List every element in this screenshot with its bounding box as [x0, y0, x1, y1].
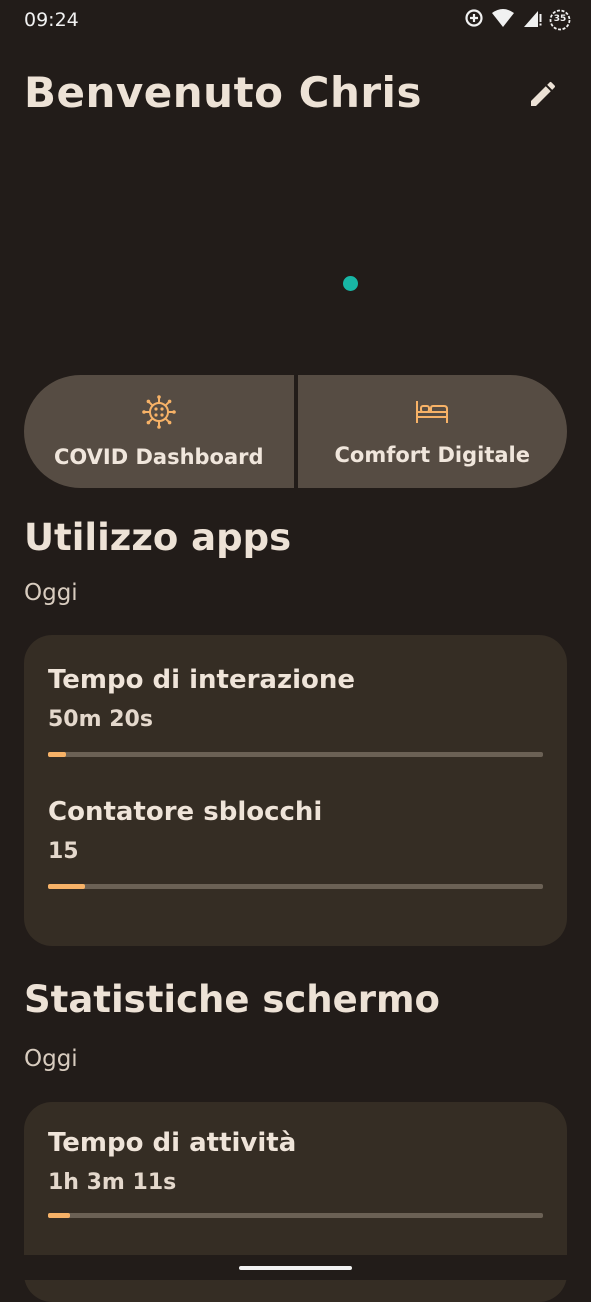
metric-value: 15 [48, 839, 79, 864]
unlock-count-metric: Contatore sblocchi 15 [48, 797, 543, 864]
metric-value: 1h 3m 11s [48, 1170, 177, 1195]
comfort-digitale-label: Comfort Digitale [334, 442, 530, 467]
status-icons: 35 [464, 8, 571, 32]
bed-icon [414, 397, 450, 431]
progress-fill [48, 884, 86, 889]
screen-stats-title: Statistiche schermo [24, 978, 440, 1021]
progress-fill [48, 752, 66, 757]
status-time: 09:24 [24, 9, 79, 31]
metric-label: Tempo di interazione [48, 665, 356, 695]
pencil-icon [527, 78, 559, 114]
unlock-count-progress [48, 884, 543, 889]
cellular-signal-icon [522, 8, 542, 32]
edit-button[interactable] [521, 74, 565, 118]
home-indicator[interactable] [239, 1266, 352, 1270]
app-usage-title: Utilizzo apps [24, 516, 292, 559]
metric-label: Contatore sblocchi [48, 797, 323, 827]
interaction-time-metric: Tempo di interazione 50m 20s [48, 665, 543, 732]
metric-value: 50m 20s [48, 707, 153, 732]
app-usage-card[interactable]: Tempo di interazione 50m 20s Contatore s… [24, 635, 567, 946]
comfort-digitale-button[interactable]: Comfort Digitale [297, 375, 567, 488]
virus-icon [141, 394, 176, 433]
data-saver-icon [464, 8, 484, 32]
progress-fill [48, 1213, 71, 1218]
interaction-time-progress [48, 752, 543, 757]
page-title: Benvenuto Chris [24, 68, 422, 117]
status-bar: 09:24 35 [0, 0, 591, 44]
activity-time-metric: Tempo di attività 1h 3m 11s [48, 1128, 543, 1195]
battery-level: 35 [553, 14, 567, 24]
screen-stats-period: Oggi [24, 1046, 78, 1072]
covid-dashboard-label: COVID Dashboard [53, 444, 264, 469]
wifi-icon [491, 8, 515, 32]
app-usage-period: Oggi [24, 580, 78, 606]
battery-icon: 35 [549, 9, 571, 31]
shortcut-group: COVID Dashboard Comfort Digitale [24, 375, 567, 488]
covid-dashboard-button[interactable]: COVID Dashboard [24, 375, 294, 488]
metric-label: Tempo di attività [48, 1128, 297, 1158]
page-indicator-dot [343, 276, 358, 291]
activity-time-progress [48, 1213, 543, 1218]
